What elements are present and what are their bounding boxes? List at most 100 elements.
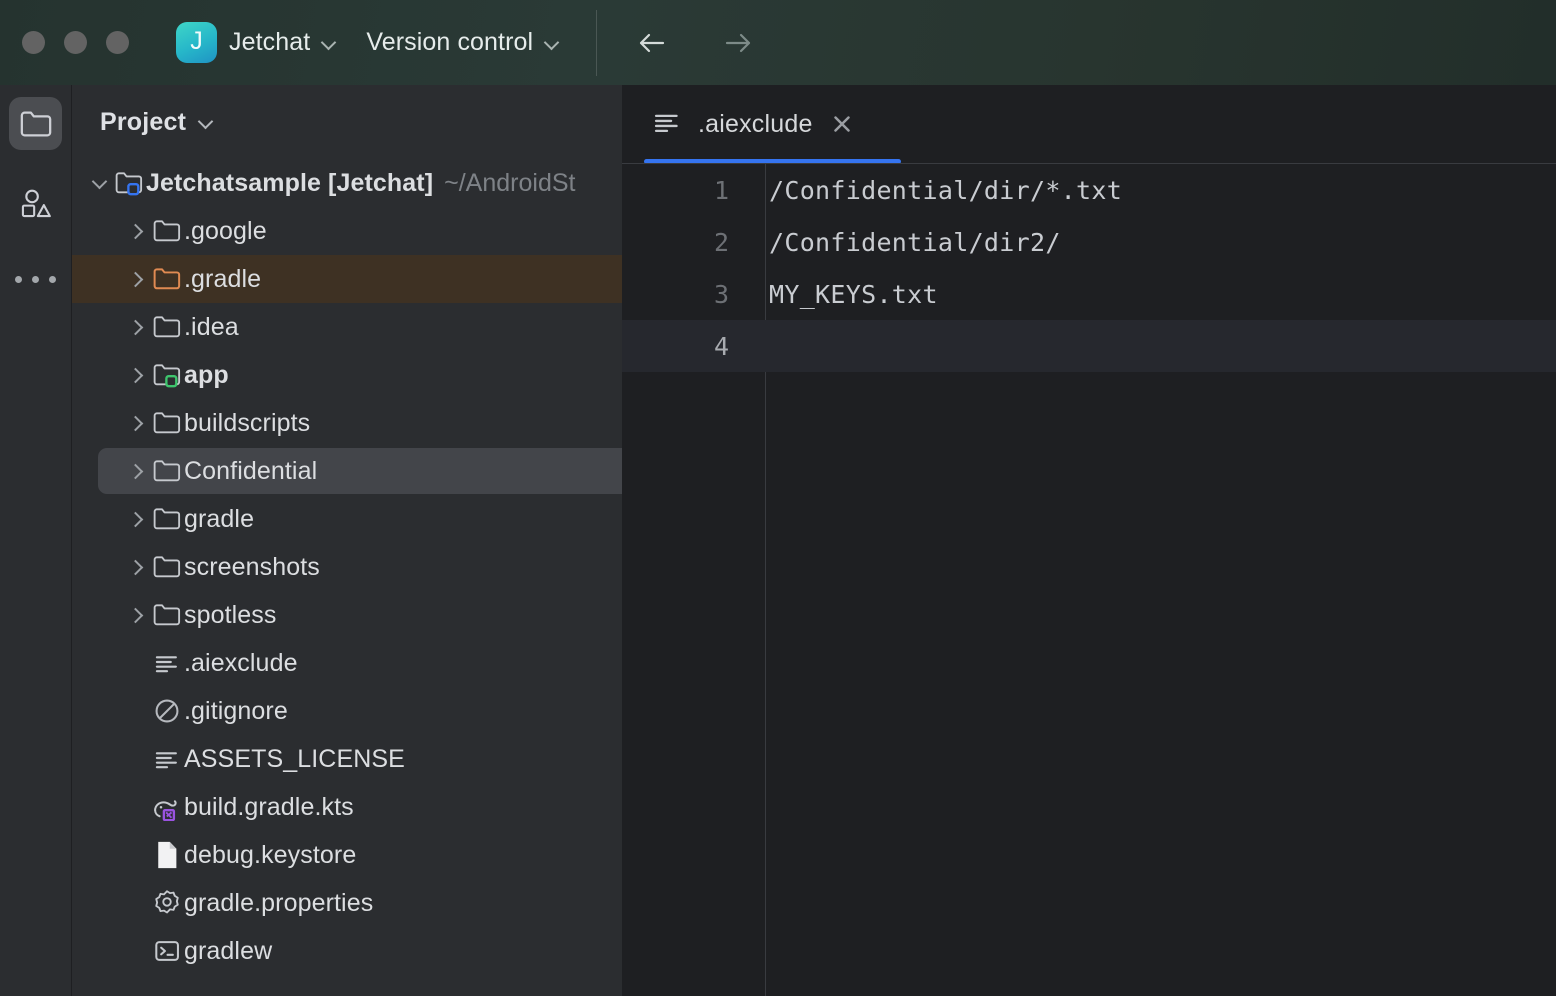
shell-script-icon	[150, 938, 184, 964]
close-window-button[interactable]	[22, 31, 45, 54]
properties-file-icon	[150, 888, 184, 918]
tool-window-rail	[0, 85, 72, 996]
line-text: /Confidential/dir/*.txt	[747, 176, 1122, 205]
navigate-forward-button[interactable]	[719, 22, 767, 64]
chevron-right-icon[interactable]	[124, 466, 150, 477]
code-line[interactable]: 1 /Confidential/dir/*.txt	[622, 164, 1556, 216]
editor-tab-aiexclude[interactable]: .aiexclude	[644, 85, 863, 163]
chevron-down-icon[interactable]	[200, 116, 213, 129]
toolbar-divider	[596, 10, 597, 76]
tree-row-label: ASSETS_LICENSE	[184, 745, 405, 774]
folder-icon	[150, 218, 184, 244]
chevron-right-icon[interactable]	[124, 370, 150, 381]
tree-row-debug-keystore[interactable]: debug.keystore	[72, 831, 622, 879]
chevron-right-icon[interactable]	[124, 610, 150, 621]
tree-row-label: app	[184, 361, 229, 390]
tree-row-confidential[interactable]: Confidential	[72, 447, 622, 495]
ide-window: J Jetchat Version control	[0, 0, 1556, 996]
sidebar-item-structure[interactable]	[9, 176, 62, 229]
chevron-down-icon[interactable]	[86, 180, 112, 187]
tree-row-app[interactable]: app	[72, 351, 622, 399]
editor-tab-bar: .aiexclude	[622, 85, 1556, 163]
project-logo-icon: J	[176, 22, 217, 63]
tree-row-aiexclude[interactable]: .aiexclude	[72, 639, 622, 687]
minimize-window-button[interactable]	[64, 31, 87, 54]
zoom-window-button[interactable]	[106, 31, 129, 54]
tree-row-spotless[interactable]: spotless	[72, 591, 622, 639]
ignore-file-icon	[150, 697, 184, 725]
folder-icon	[19, 109, 53, 139]
module-folder-green-icon	[150, 362, 184, 388]
chevron-right-icon[interactable]	[124, 226, 150, 237]
line-number: 3	[622, 280, 747, 309]
folder-icon	[150, 314, 184, 340]
tree-row-assets-license[interactable]: ASSETS_LICENSE	[72, 735, 622, 783]
navigate-back-button[interactable]	[633, 22, 681, 64]
tree-row-buildscripts[interactable]: buildscripts	[72, 399, 622, 447]
tree-row-idea[interactable]: .idea	[72, 303, 622, 351]
gradle-kotlin-file-icon	[150, 793, 184, 821]
text-file-icon	[652, 109, 682, 140]
tree-row-label: .google	[184, 217, 267, 246]
version-control-widget[interactable]: Version control	[366, 28, 559, 57]
tree-row-label: spotless	[184, 601, 277, 630]
tree-row-google[interactable]: .google	[72, 207, 622, 255]
text-file-icon	[150, 747, 184, 771]
navigation-buttons	[633, 22, 767, 64]
project-tree: Jetchatsample [Jetchat] ~/AndroidSt .goo…	[72, 159, 622, 975]
folder-icon	[150, 554, 184, 580]
title-bar: J Jetchat Version control	[0, 0, 1556, 85]
tree-row-label: .aiexclude	[184, 649, 298, 678]
module-folder-icon	[112, 170, 146, 196]
tree-row-build-gradle-kts[interactable]: build.gradle.kts	[72, 783, 622, 831]
ellipsis-icon	[49, 276, 56, 283]
folder-icon	[150, 602, 184, 628]
arrow-left-icon	[635, 28, 679, 58]
tree-row-gitignore[interactable]: .gitignore	[72, 687, 622, 735]
line-text: /Confidential/dir2/	[747, 228, 1061, 257]
tree-row-gradle-properties[interactable]: gradle.properties	[72, 879, 622, 927]
editor-area: .aiexclude 1 /Confidential/dir/*.txt 2 /…	[622, 85, 1556, 996]
shapes-icon	[19, 187, 53, 219]
line-number: 4	[622, 332, 747, 361]
sidebar-item-project[interactable]	[9, 97, 62, 150]
chevron-right-icon[interactable]	[124, 418, 150, 429]
folder-icon	[150, 458, 184, 484]
page-title: Project	[100, 108, 186, 137]
project-widget[interactable]: J Jetchat	[176, 22, 336, 63]
tree-row-screenshots[interactable]: screenshots	[72, 543, 622, 591]
code-editor[interactable]: 1 /Confidential/dir/*.txt 2 /Confidentia…	[622, 164, 1556, 996]
chevron-right-icon[interactable]	[124, 274, 150, 285]
close-icon[interactable]	[829, 111, 855, 137]
chevron-right-icon[interactable]	[124, 514, 150, 525]
tree-row-gradle[interactable]: gradle	[72, 495, 622, 543]
project-name-label: Jetchat	[229, 28, 310, 57]
folder-excluded-icon	[150, 266, 184, 292]
code-line[interactable]: 3 MY_KEYS.txt	[622, 268, 1556, 320]
tree-row-gradlew[interactable]: gradlew	[72, 927, 622, 975]
blank-file-icon	[150, 840, 184, 870]
tree-row-label: debug.keystore	[184, 841, 356, 870]
tree-row-label: buildscripts	[184, 409, 310, 438]
chevron-right-icon[interactable]	[124, 562, 150, 573]
window-traffic-lights	[22, 31, 129, 54]
code-line-active[interactable]: 4	[622, 320, 1556, 372]
tree-row-path: ~/AndroidSt	[444, 169, 575, 198]
chevron-right-icon[interactable]	[124, 322, 150, 333]
chevron-down-icon	[545, 36, 559, 50]
arrow-right-icon	[721, 28, 765, 58]
chevron-down-icon	[322, 36, 336, 50]
code-line[interactable]: 2 /Confidential/dir2/	[622, 216, 1556, 268]
project-panel-header[interactable]: Project	[72, 85, 622, 159]
ellipsis-icon	[32, 276, 39, 283]
tree-row-root[interactable]: Jetchatsample [Jetchat] ~/AndroidSt	[72, 159, 622, 207]
text-file-icon	[150, 651, 184, 675]
editor-tab-label: .aiexclude	[698, 110, 813, 139]
tree-row-gradle-hidden[interactable]: .gradle	[72, 255, 622, 303]
line-number: 2	[622, 228, 747, 257]
more-tool-windows-button[interactable]	[9, 259, 62, 299]
line-text: MY_KEYS.txt	[747, 280, 938, 309]
tree-row-label: screenshots	[184, 553, 320, 582]
version-control-label: Version control	[366, 28, 533, 57]
line-number: 1	[622, 176, 747, 205]
